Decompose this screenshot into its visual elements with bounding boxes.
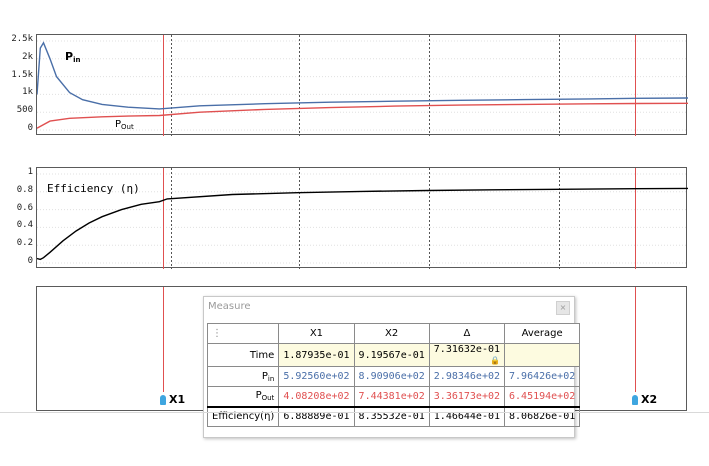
table-menu-button[interactable]: ⋮ <box>206 323 280 344</box>
efficiency-label: Efficiency (η) <box>47 182 140 195</box>
row-label-efficiency: Efficiency(η) <box>206 405 280 427</box>
cell-time-x1: 1.87935e-01 <box>278 343 355 367</box>
y-tick-label: 0 <box>27 256 33 266</box>
power-plot[interactable] <box>37 35 688 136</box>
y-tick-label: 1.5k <box>11 69 33 80</box>
row-label-time: Time <box>206 343 280 367</box>
cell-pin-delta: 2.98346e+02 <box>428 366 506 387</box>
x2-cursor-handle[interactable]: X2 <box>632 393 657 406</box>
pin-label: Pin <box>65 50 81 64</box>
header-delta: Δ <box>428 323 506 344</box>
measure-title: Measure <box>208 301 251 312</box>
y-tick-label: 500 <box>16 105 33 116</box>
power-plot-panel[interactable]: Pin POut <box>36 34 688 136</box>
y-tick-label: 0.4 <box>16 220 33 231</box>
close-icon[interactable]: × <box>556 301 570 315</box>
efficiency-plot-panel[interactable]: Efficiency (η) <box>36 167 688 269</box>
cell-pout-average: 6.45194e+02 <box>504 386 581 407</box>
cell-pin-x1: 5.92560e+02 <box>278 366 355 387</box>
series-line <box>37 41 688 110</box>
table-row: Time 1.87935e-01 9.19567e-01 7.31632e-01… <box>206 343 581 367</box>
cell-pout-delta: 3.36173e+02 <box>428 386 506 407</box>
pout-label: POut <box>115 119 134 131</box>
header-average: Average <box>504 323 581 344</box>
lock-icon[interactable]: 🔒 <box>490 356 500 365</box>
cell-eff-average: 8.06826e-01 <box>504 405 581 427</box>
y-tick-label: 2k <box>22 51 33 62</box>
table-row: POut 4.08208e+02 7.44381e+02 3.36173e+02… <box>206 386 581 407</box>
cursor-pin-icon <box>632 394 638 405</box>
series-line <box>37 187 688 261</box>
header-x1: X1 <box>278 323 355 344</box>
cell-pout-x1: 4.08208e+02 <box>278 386 355 407</box>
measure-window[interactable]: Measure × ⋮ X1 X2 Δ Average Time 1.87935… <box>203 296 581 438</box>
y-tick-label: 0.2 <box>16 238 33 249</box>
cell-pin-average: 7.96426e+02 <box>504 366 581 387</box>
cursor-pin-icon <box>160 394 166 405</box>
cell-eff-x1: 6.88889e-01 <box>278 405 355 427</box>
table-row: Pin 5.92560e+02 8.90906e+02 2.98346e+02 … <box>206 366 581 387</box>
row-label-pin: Pin <box>206 366 280 387</box>
cell-pout-x2: 7.44381e+02 <box>353 386 430 407</box>
y-tick-label: 0 <box>27 123 33 133</box>
y-tick-label: 2.5k <box>11 34 33 44</box>
y-tick-label: 1k <box>22 87 33 98</box>
y-tick-label: 0.6 <box>16 202 33 213</box>
x1-cursor-handle[interactable]: X1 <box>160 393 185 406</box>
row-label-pout: POut <box>206 386 280 407</box>
table-row: Efficiency(η) 6.88889e-01 8.35532e-01 1.… <box>206 405 581 427</box>
y-tick-label: 0.8 <box>16 184 33 195</box>
status-divider <box>0 412 709 413</box>
header-x2: X2 <box>353 323 430 344</box>
cell-eff-x2: 8.35532e-01 <box>353 405 430 427</box>
cell-time-average <box>504 343 581 367</box>
y-tick-label: 1 <box>27 167 33 177</box>
cell-pin-x2: 8.90906e+02 <box>353 366 430 387</box>
cell-eff-delta: 1.46644e-01 <box>428 405 506 427</box>
kebab-menu-icon: ⋮ <box>212 328 222 339</box>
cell-time-x2: 9.19567e-01 <box>353 343 430 367</box>
cell-time-delta: 7.31632e-01 🔒 <box>428 343 506 367</box>
